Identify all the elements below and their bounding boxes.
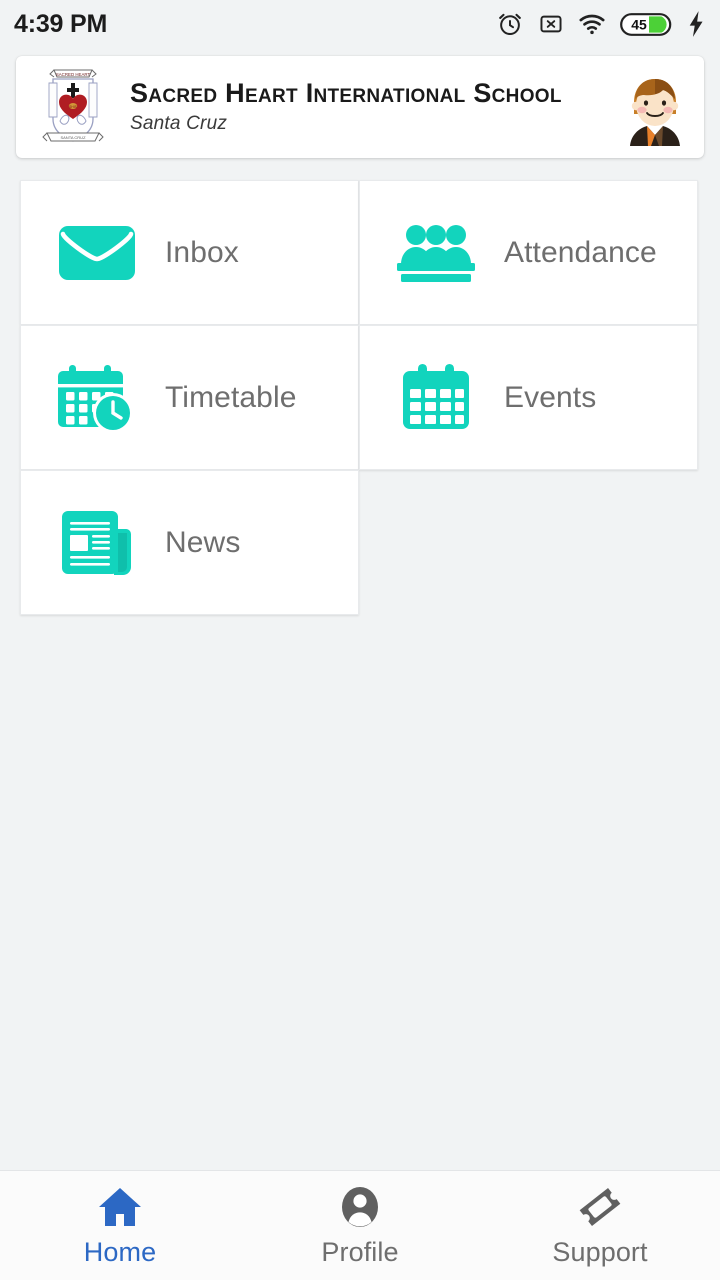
battery-icon: 45 [620,12,672,36]
tile-events[interactable]: Events [359,325,698,470]
ticket-icon [577,1183,623,1231]
home-icon [97,1183,143,1231]
school-header-card[interactable]: SACRED HEART SHIS SANTA CRUZ Sacred Hear… [16,56,704,158]
newspaper-icon [51,504,143,582]
svg-text:SHIS: SHIS [69,105,78,109]
tile-news[interactable]: News [20,470,359,615]
bottom-navigation-bar: Home Profile Support [0,1170,720,1280]
tile-attendance[interactable]: Attendance [359,180,698,325]
charging-bolt-icon [689,11,703,37]
nav-item-support[interactable]: Support [480,1171,720,1280]
alarm-icon [499,13,521,36]
status-bar: 4:39 PM 45 [0,0,720,48]
nav-item-profile[interactable]: Profile [240,1171,480,1280]
school-name: Sacred Heart International School [130,78,562,109]
no-sim-icon [540,15,562,33]
school-text-block: Sacred Heart International School Santa … [130,79,622,134]
tile-label-news: News [165,525,241,559]
tile-label-events: Events [504,380,597,414]
battery-percent-text: 45 [631,16,647,32]
tile-label-inbox: Inbox [165,235,239,269]
nav-label-profile: Profile [321,1237,399,1267]
svg-text:SANTA CRUZ: SANTA CRUZ [60,135,86,140]
menu-tile-grid: Inbox Attendance Timetable Events News [20,180,700,615]
nav-item-home[interactable]: Home [0,1171,240,1280]
calendar-clock-icon [51,359,143,437]
nav-label-home: Home [83,1237,157,1267]
student-avatar[interactable] [622,68,688,146]
nav-label-support: Support [552,1237,648,1267]
svg-text:SACRED HEART: SACRED HEART [56,72,91,77]
envelope-icon [51,214,143,292]
tile-label-timetable: Timetable [165,380,297,414]
wifi-icon [579,14,605,35]
calendar-icon [390,359,482,437]
school-crest-logo: SACRED HEART SHIS SANTA CRUZ [42,69,104,142]
tile-timetable[interactable]: Timetable [20,325,359,470]
tile-inbox[interactable]: Inbox [20,180,359,325]
status-icons-group: 45 [496,10,706,38]
school-location: Santa Cruz [130,112,228,134]
status-time: 4:39 PM [14,9,108,38]
person-icon [338,1183,382,1231]
people-podium-icon [390,214,482,292]
tile-label-attendance: Attendance [504,235,657,269]
main-content: SACRED HEART SHIS SANTA CRUZ Sacred Hear… [0,48,720,1170]
